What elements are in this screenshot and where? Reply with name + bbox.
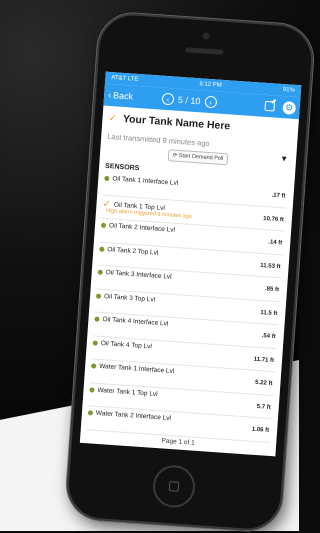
sensor-label: Oil Tank 4 Interface Lvl	[102, 316, 169, 328]
previous-tank-button[interactable]: ‹	[161, 92, 175, 106]
sensors-list: SENSORS Oil Tank 1 Interface Lvl .17 ft …	[80, 158, 295, 455]
sensor-label: Oil Tank 2 Top Lvl	[107, 245, 159, 257]
sensor-value: 11.5 ft	[260, 309, 278, 317]
app-screen: AT&T LTE 6:12 PM 91% ‹ Back ‹ 5 / 10 › ⚙	[79, 71, 302, 457]
status-dot-icon	[91, 363, 97, 369]
poll-icon: ⟳	[172, 152, 178, 159]
sensor-label: Oil Tank 2 Interface Lvl	[108, 222, 176, 234]
back-label: Back	[112, 90, 134, 102]
pager-position: 5 / 10	[177, 94, 201, 107]
sensor-value: 11.53 ft	[260, 262, 281, 270]
front-camera	[202, 32, 210, 40]
next-tank-button[interactable]: ›	[204, 95, 217, 109]
status-dot-icon	[87, 410, 94, 416]
sensor-label: Oil Tank 4 Top Lvl	[100, 339, 153, 351]
status-dot-icon	[89, 386, 95, 393]
sensor-label: Oil Tank 3 Top Lvl	[103, 292, 156, 304]
status-dot-icon	[94, 316, 100, 322]
home-square-icon	[168, 481, 180, 492]
tank-name: Your Tank Name Here	[122, 112, 231, 133]
earpiece-speaker	[185, 47, 224, 55]
edit-icon[interactable]	[264, 100, 276, 112]
start-demand-poll-button[interactable]: ⟳ Start Demand Poll	[167, 149, 229, 166]
dropdown-caret-icon[interactable]: ▼	[280, 154, 289, 164]
sensor-label: Oil Tank 3 Interface Lvl	[105, 269, 172, 281]
status-dot-icon	[92, 339, 99, 346]
sensor-value: .85 ft	[264, 286, 280, 294]
back-button[interactable]: ‹ Back	[108, 90, 134, 102]
status-dot-icon	[99, 246, 105, 252]
sensor-value: .14 ft	[268, 239, 283, 247]
sensor-value: 5.22 ft	[254, 379, 273, 388]
sensor-value: 5.7 ft	[256, 403, 271, 411]
sensor-value: 1.06 ft	[251, 426, 270, 434]
status-dot-icon	[104, 175, 110, 182]
chevron-left-icon: ‹	[107, 89, 112, 101]
sensor-label: Water Tank 2 Interface Lvl	[95, 409, 172, 423]
phone-mockup: AT&T LTE 6:12 PM 91% ‹ Back ‹ 5 / 10 › ⚙	[64, 0, 316, 533]
sensor-label: Water Tank 1 Top Lvl	[97, 386, 158, 398]
clock: 6:12 PM	[199, 81, 222, 89]
status-dot-icon	[95, 293, 102, 299]
phone-body: AT&T LTE 6:12 PM 91% ‹ Back ‹ 5 / 10 › ⚙	[64, 11, 316, 533]
status-dot-icon	[100, 222, 107, 229]
sensor-value: 11.71 ft	[253, 356, 275, 364]
sensor-value: .17 ft	[271, 192, 286, 200]
checkmark-icon: ✓	[108, 112, 118, 125]
carrier-label: AT&T LTE	[111, 75, 139, 83]
settings-icon[interactable]: ⚙	[282, 100, 297, 115]
home-button[interactable]	[151, 463, 197, 509]
sensor-value: 10.76 ft	[263, 215, 285, 223]
sensor-value: .54 ft	[261, 333, 276, 341]
sensor-label: Oil Tank 1 Interface Lvl	[112, 175, 179, 187]
tank-pager: ‹ 5 / 10 ›	[161, 92, 217, 109]
battery-label: 91%	[282, 87, 296, 94]
status-dot-icon	[97, 269, 103, 275]
poll-button-label: Start Demand Poll	[178, 152, 224, 163]
sensor-label: Water Tank 1 Interface Lvl	[98, 362, 175, 376]
